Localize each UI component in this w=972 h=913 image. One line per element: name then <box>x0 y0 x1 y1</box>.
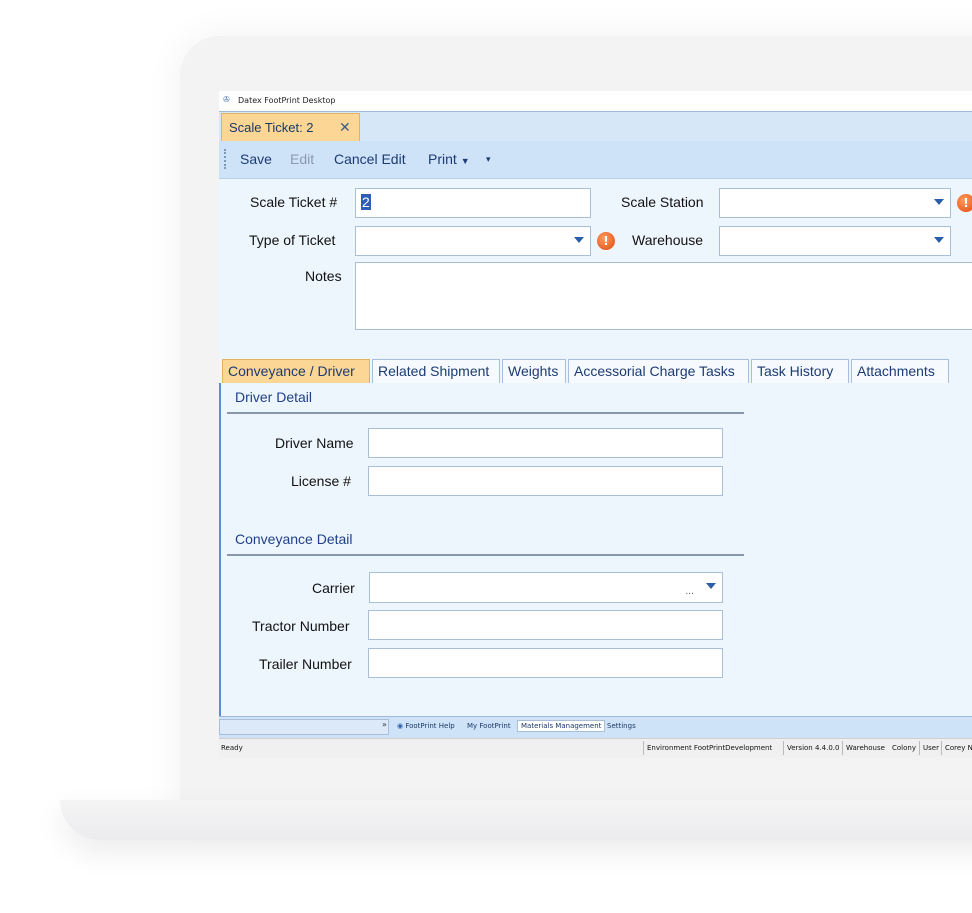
module-tab-footprint-help-label: FootPrint Help <box>405 722 455 730</box>
notes-textarea[interactable] <box>355 262 972 330</box>
driver-detail-heading: Driver Detail <box>235 389 313 405</box>
type-of-ticket-select[interactable] <box>355 226 591 256</box>
status-warehouse-label: Warehouse <box>846 744 885 752</box>
license-input[interactable] <box>368 466 723 496</box>
carrier-lookup[interactable]: ... <box>369 572 723 603</box>
ticket-header-form: Scale Ticket # 2 Scale Station ! Type of… <box>219 179 972 357</box>
ellipsis-icon[interactable]: ... <box>685 587 694 597</box>
status-user-value: Corey N <box>945 744 972 752</box>
print-button-label: Print <box>428 151 457 167</box>
tractor-number-label: Tractor Number <box>252 618 350 634</box>
trailer-number-input[interactable] <box>368 648 723 678</box>
print-button[interactable]: Print ▼ <box>428 151 470 167</box>
document-tab-strip: Scale Ticket: 2 ✕ <box>219 111 972 142</box>
chevron-down-icon[interactable] <box>574 237 584 243</box>
help-icon: ◉ <box>397 722 404 730</box>
tab-task-history[interactable]: Task History <box>751 359 849 383</box>
tab-related-shipment[interactable]: Related Shipment <box>372 359 500 383</box>
type-of-ticket-label: Type of Ticket <box>249 232 336 248</box>
conveyance-driver-panel: Driver Detail Driver Name License # Conv… <box>219 383 972 716</box>
trailer-number-label: Trailer Number <box>259 656 352 672</box>
status-divider <box>783 741 784 755</box>
save-button[interactable]: Save <box>240 151 272 167</box>
window-title: Datex FootPrint Desktop <box>238 96 336 105</box>
section-divider <box>227 554 744 556</box>
module-tab-my-footprint[interactable]: My FootPrint <box>467 722 511 730</box>
tab-accessorial-charge-tasks[interactable]: Accessorial Charge Tasks <box>568 359 749 383</box>
toolbar: Save Edit Cancel Edit Print ▼ ▾ <box>219 141 972 179</box>
driver-name-input[interactable] <box>368 428 723 458</box>
laptop-base <box>60 800 972 840</box>
error-icon: ! <box>597 232 615 250</box>
notes-label: Notes <box>305 268 342 284</box>
title-bar: ✇ Datex FootPrint Desktop <box>219 91 972 111</box>
module-tab-materials-management[interactable]: Materials Management <box>517 720 606 732</box>
app-logo-icon: ✇ <box>223 95 230 104</box>
detail-tab-strip: Conveyance / Driver Related Shipment Wei… <box>219 357 972 384</box>
scale-ticket-field[interactable]: 2 <box>355 188 591 218</box>
chevron-right-icon[interactable]: » <box>382 720 387 729</box>
status-version: Version 4.4.0.0 <box>787 744 840 752</box>
scale-station-select[interactable] <box>719 188 951 218</box>
cancel-edit-button[interactable]: Cancel Edit <box>334 151 406 167</box>
tab-weights[interactable]: Weights <box>502 359 566 383</box>
warehouse-label: Warehouse <box>632 232 704 248</box>
license-label: License # <box>291 473 351 489</box>
status-warehouse-value: Colony <box>892 744 916 752</box>
status-user-label: User <box>923 744 939 752</box>
document-tab-scale-ticket[interactable]: Scale Ticket: 2 ✕ <box>221 113 360 142</box>
chevron-down-icon[interactable] <box>934 199 944 205</box>
chevron-down-icon: ▼ <box>460 156 470 166</box>
document-tab-label: Scale Ticket: 2 <box>229 120 314 135</box>
conveyance-detail-heading: Conveyance Detail <box>235 531 353 547</box>
scale-ticket-label: Scale Ticket # <box>250 194 338 210</box>
toolbar-overflow-icon[interactable]: ▾ <box>486 155 496 175</box>
status-bar: Ready Environment FootPrintDevelopment V… <box>219 738 972 757</box>
warehouse-select[interactable] <box>719 226 951 256</box>
close-icon[interactable]: ✕ <box>339 119 351 136</box>
tab-attachments[interactable]: Attachments <box>851 359 949 383</box>
status-ready: Ready <box>221 744 243 752</box>
scale-ticket-value: 2 <box>361 194 371 210</box>
toolbar-grip-icon[interactable] <box>224 149 228 169</box>
edit-button[interactable]: Edit <box>290 151 314 167</box>
chevron-down-icon[interactable] <box>934 237 944 243</box>
tab-conveyance-driver[interactable]: Conveyance / Driver <box>222 359 370 383</box>
module-tab-footprint-help[interactable]: ◉ FootPrint Help <box>397 722 455 730</box>
status-divider <box>919 741 920 755</box>
section-divider <box>227 412 744 414</box>
error-icon: ! <box>957 194 972 212</box>
status-environment: Environment FootPrintDevelopment <box>647 744 773 752</box>
status-divider <box>643 741 644 755</box>
scale-station-label: Scale Station <box>621 194 704 210</box>
status-divider <box>842 741 843 755</box>
chevron-down-icon[interactable] <box>706 583 716 589</box>
tractor-number-input[interactable] <box>368 610 723 640</box>
module-tab-bar: » ◉ FootPrint Help My FootPrint Material… <box>219 716 972 739</box>
carrier-label: Carrier <box>312 580 355 596</box>
module-scroll-area[interactable] <box>219 719 389 735</box>
app-window: ✇ Datex FootPrint Desktop Scale Ticket: … <box>219 91 972 757</box>
driver-name-label: Driver Name <box>275 435 354 451</box>
module-tab-settings[interactable]: Settings <box>607 722 636 730</box>
status-divider <box>941 741 942 755</box>
